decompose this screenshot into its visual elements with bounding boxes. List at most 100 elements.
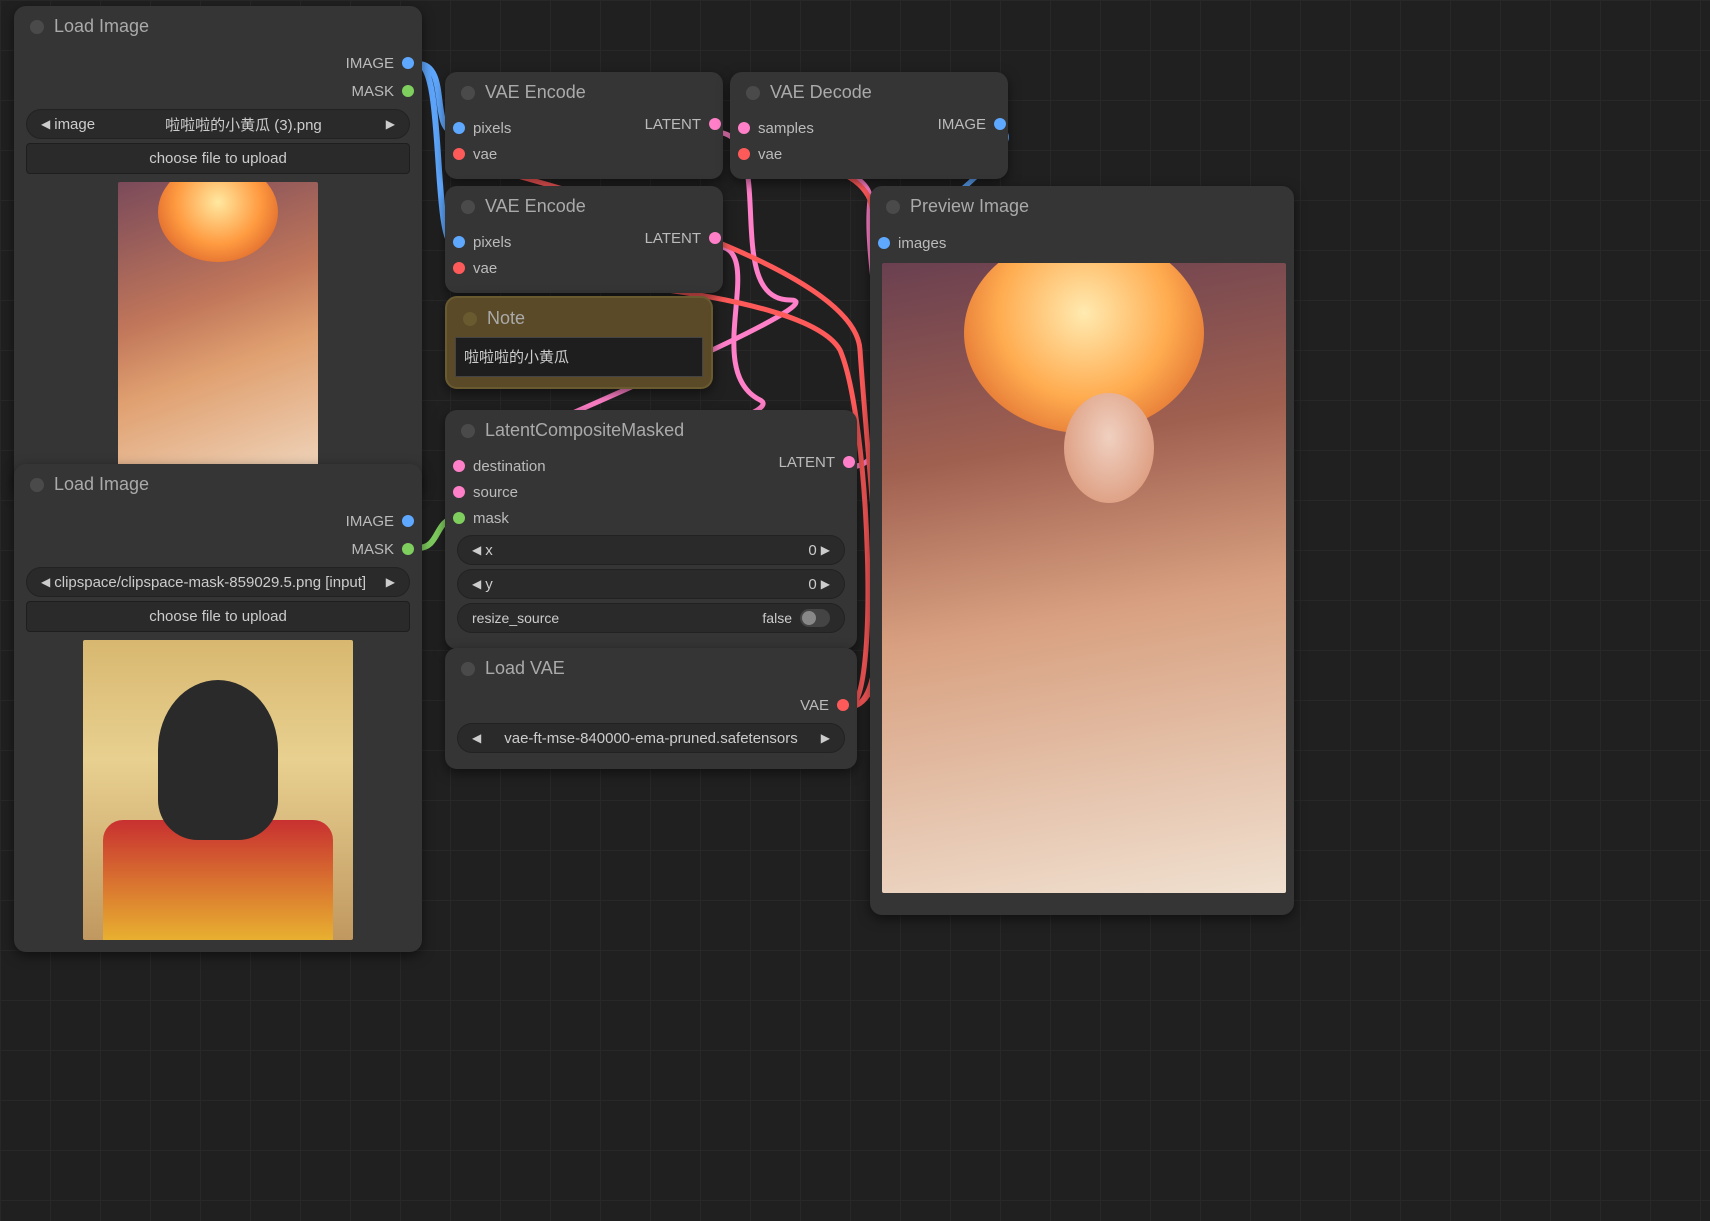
vae-name-selector[interactable]: ◀ vae-ft-mse-840000-ema-pruned.safetenso…: [457, 723, 845, 753]
output-label: MASK: [351, 83, 394, 100]
input-label: vae: [758, 146, 782, 163]
arrow-right-icon[interactable]: ▶: [382, 575, 399, 589]
slot-dot-icon[interactable]: [453, 236, 465, 248]
slot-dot-icon[interactable]: [738, 122, 750, 134]
slot-dot-icon[interactable]: [402, 85, 414, 97]
input-slot-pixels[interactable]: pixels: [457, 229, 711, 255]
slot-dot-icon[interactable]: [402, 515, 414, 527]
node-header[interactable]: Load VAE: [445, 648, 857, 687]
arrow-right-icon[interactable]: ▶: [817, 577, 834, 591]
input-slot-samples[interactable]: samples: [742, 115, 996, 141]
slot-dot-icon[interactable]: [453, 486, 465, 498]
toggle-pill-icon[interactable]: [800, 609, 830, 627]
input-slot-images[interactable]: images: [882, 229, 1282, 257]
output-slot-vae[interactable]: VAE: [457, 691, 845, 719]
upload-button[interactable]: choose file to upload: [26, 143, 410, 174]
arrow-left-icon[interactable]: ◀: [468, 577, 485, 591]
input-slot-vae[interactable]: vae: [742, 141, 996, 167]
node-latent-composite-masked[interactable]: LatentCompositeMasked LATENT destination…: [445, 410, 857, 649]
node-vae-decode[interactable]: VAE Decode IMAGE samples vae: [730, 72, 1008, 179]
arrow-left-icon[interactable]: ◀: [468, 543, 485, 557]
input-label: images: [898, 235, 946, 252]
collapse-dot-icon[interactable]: [886, 200, 900, 214]
output-slot-image[interactable]: IMAGE: [26, 507, 410, 535]
arrow-right-icon[interactable]: ▶: [817, 543, 834, 557]
widget-value: vae-ft-mse-840000-ema-pruned.safetensors: [485, 730, 817, 747]
image-file-selector[interactable]: ◀ image 啦啦啦的小黄瓜 (3).png ▶: [26, 109, 410, 139]
arrow-left-icon[interactable]: ◀: [37, 575, 54, 589]
node-vae-encode-1[interactable]: VAE Encode LATENT pixels vae: [445, 72, 723, 179]
node-header[interactable]: Load Image: [14, 6, 422, 45]
arrow-right-icon[interactable]: ▶: [817, 731, 834, 745]
node-header[interactable]: VAE Decode: [730, 72, 1008, 111]
input-label: vae: [473, 260, 497, 277]
arrow-left-icon[interactable]: ◀: [37, 117, 54, 131]
output-label: VAE: [800, 697, 829, 714]
input-label: mask: [473, 510, 509, 527]
input-slot-destination[interactable]: destination: [457, 453, 845, 479]
upload-button[interactable]: choose file to upload: [26, 601, 410, 632]
preview-output-image[interactable]: [882, 263, 1286, 893]
output-slot-image[interactable]: IMAGE: [26, 49, 410, 77]
node-load-image-2[interactable]: Load Image IMAGE MASK ◀ clipspace/clipsp…: [14, 464, 422, 952]
output-slot-mask[interactable]: MASK: [26, 535, 410, 563]
collapse-dot-icon[interactable]: [30, 478, 44, 492]
input-label: source: [473, 484, 518, 501]
preview-thumbnail: [118, 182, 318, 482]
input-label: pixels: [473, 120, 511, 137]
output-label: IMAGE: [346, 55, 394, 72]
arrow-right-icon[interactable]: ▶: [382, 117, 399, 131]
slot-dot-icon[interactable]: [402, 57, 414, 69]
image-preview[interactable]: [26, 182, 410, 482]
node-vae-encode-2[interactable]: VAE Encode LATENT pixels vae: [445, 186, 723, 293]
node-header[interactable]: Load Image: [14, 464, 422, 503]
slot-dot-icon[interactable]: [402, 543, 414, 555]
image-file-selector[interactable]: ◀ clipspace/clipspace-mask-859029.5.png …: [26, 567, 410, 597]
note-textarea[interactable]: 啦啦啦的小黄瓜: [455, 337, 703, 377]
input-label: samples: [758, 120, 814, 137]
input-label: destination: [473, 458, 546, 475]
slot-dot-icon[interactable]: [738, 148, 750, 160]
image-preview[interactable]: [26, 640, 410, 940]
collapse-dot-icon[interactable]: [30, 20, 44, 34]
collapse-dot-icon[interactable]: [746, 86, 760, 100]
arrow-left-icon[interactable]: ◀: [468, 731, 485, 745]
output-label: MASK: [351, 541, 394, 558]
collapse-dot-icon[interactable]: [461, 86, 475, 100]
x-widget[interactable]: ◀ x 0 ▶: [457, 535, 845, 565]
collapse-dot-icon[interactable]: [461, 200, 475, 214]
node-preview-image[interactable]: Preview Image images: [870, 186, 1294, 915]
output-label: IMAGE: [346, 513, 394, 530]
slot-dot-icon[interactable]: [453, 122, 465, 134]
node-header[interactable]: Note: [447, 298, 711, 337]
input-slot-vae[interactable]: vae: [457, 255, 711, 281]
slot-dot-icon[interactable]: [453, 148, 465, 160]
collapse-dot-icon[interactable]: [461, 662, 475, 676]
slot-dot-icon[interactable]: [837, 699, 849, 711]
node-title: Load Image: [54, 474, 149, 495]
resize-source-toggle[interactable]: resize_source false: [457, 603, 845, 633]
node-header[interactable]: VAE Encode: [445, 72, 723, 111]
output-slot-mask[interactable]: MASK: [26, 77, 410, 105]
input-slot-pixels[interactable]: pixels: [457, 115, 711, 141]
node-header[interactable]: Preview Image: [870, 186, 1294, 225]
slot-dot-icon[interactable]: [453, 512, 465, 524]
input-slot-vae[interactable]: vae: [457, 141, 711, 167]
node-title: VAE Encode: [485, 82, 586, 103]
node-load-image-1[interactable]: Load Image IMAGE MASK ◀ image 啦啦啦的小黄瓜 (3…: [14, 6, 422, 494]
node-note[interactable]: Note 啦啦啦的小黄瓜: [445, 296, 713, 389]
node-title: Load Image: [54, 16, 149, 37]
node-load-vae[interactable]: Load VAE VAE ◀ vae-ft-mse-840000-ema-pru…: [445, 648, 857, 769]
y-widget[interactable]: ◀ y 0 ▶: [457, 569, 845, 599]
input-slot-mask[interactable]: mask: [457, 505, 845, 531]
node-header[interactable]: LatentCompositeMasked: [445, 410, 857, 449]
widget-value: clipspace/clipspace-mask-859029.5.png [i…: [54, 574, 382, 591]
collapse-dot-icon[interactable]: [463, 312, 477, 326]
collapse-dot-icon[interactable]: [461, 424, 475, 438]
node-header[interactable]: VAE Encode: [445, 186, 723, 225]
slot-dot-icon[interactable]: [453, 262, 465, 274]
input-slot-source[interactable]: source: [457, 479, 845, 505]
slot-dot-icon[interactable]: [878, 237, 890, 249]
slot-dot-icon[interactable]: [453, 460, 465, 472]
node-title: Load VAE: [485, 658, 565, 679]
